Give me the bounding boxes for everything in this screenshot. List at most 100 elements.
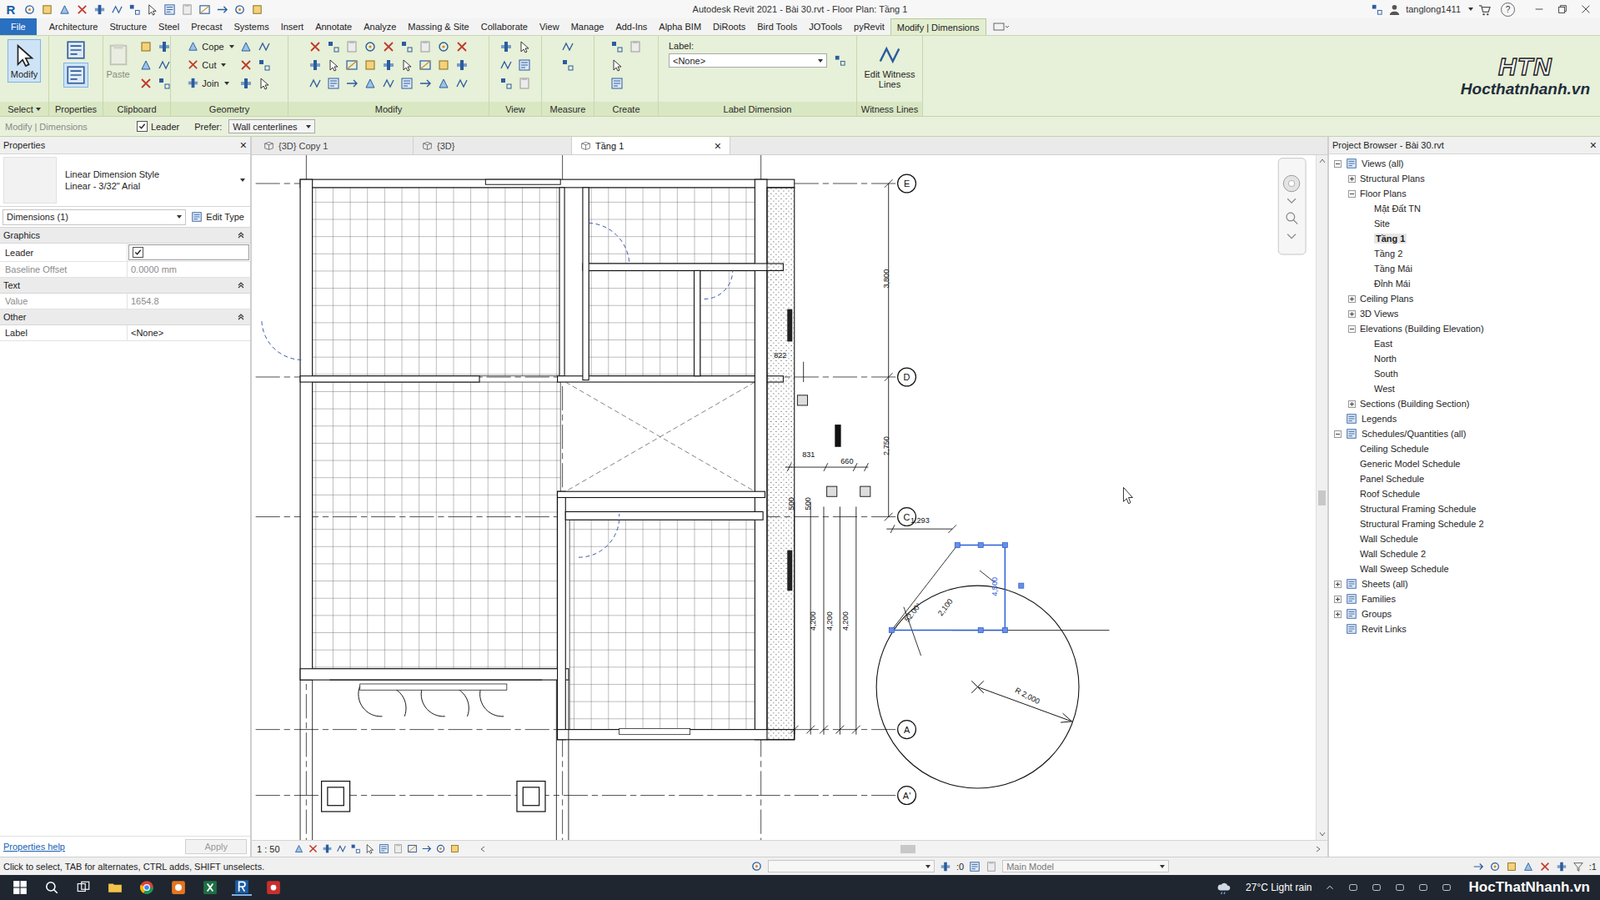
- ribbon-toggle-icon[interactable]: [993, 21, 1010, 32]
- tray-icon[interactable]: [1347, 881, 1360, 893]
- quick-access-icon[interactable]: [198, 3, 211, 16]
- view-control-icon[interactable]: [336, 842, 347, 854]
- ribbon-tab[interactable]: Modify | Dimensions: [890, 18, 987, 36]
- tree-item[interactable]: Revit Links: [1329, 621, 1600, 637]
- weather-icon[interactable]: [1213, 879, 1234, 895]
- tool-icon[interactable]: [139, 58, 153, 72]
- dimension-line[interactable]: [793, 501, 795, 734]
- wall[interactable]: [557, 376, 784, 382]
- room-floor[interactable]: [700, 270, 756, 376]
- tool-icon[interactable]: [561, 40, 575, 54]
- dimension-text[interactable]: 831: [802, 450, 815, 459]
- tree-item[interactable]: Sections (Building Section): [1329, 396, 1600, 412]
- dimension-line[interactable]: [884, 512, 893, 522]
- grid-bubble[interactable]: A': [897, 786, 917, 805]
- dimension-text[interactable]: 2,100: [936, 596, 955, 617]
- dimension-line[interactable]: [806, 725, 815, 734]
- large-button[interactable]: Modify: [7, 39, 41, 83]
- drag-grip[interactable]: [888, 627, 894, 633]
- room-floor[interactable]: [588, 187, 755, 264]
- drag-grip[interactable]: [954, 542, 960, 548]
- grid-line[interactable]: [255, 794, 898, 796]
- tree-item[interactable]: Views (all): [1329, 155, 1600, 171]
- tool-icon[interactable]: [381, 76, 396, 91]
- wall[interactable]: [565, 511, 763, 521]
- room-floor[interactable]: [312, 187, 562, 377]
- door-swing[interactable]: [578, 513, 620, 557]
- edit-type-icon[interactable]: [190, 210, 203, 223]
- tree-item[interactable]: Wall Sweep Schedule: [1329, 561, 1600, 577]
- tool-icon[interactable]: [363, 40, 377, 54]
- binoculars-icon[interactable]: [1370, 3, 1384, 16]
- tool-icon[interactable]: [186, 58, 200, 71]
- tree-item[interactable]: Structural Framing Schedule: [1329, 501, 1600, 517]
- wall[interactable]: [300, 179, 795, 188]
- tool-icon[interactable]: [257, 58, 271, 72]
- window[interactable]: [485, 179, 561, 185]
- selected-dimension[interactable]: [891, 545, 1005, 631]
- tree-item[interactable]: Structural Plans: [1329, 170, 1600, 186]
- expand-toggle-icon[interactable]: [1348, 295, 1356, 303]
- tree-item[interactable]: 3D Views: [1329, 305, 1600, 322]
- dimension-line[interactable]: [852, 462, 858, 472]
- quick-access-icon[interactable]: [75, 3, 89, 16]
- tool-icon[interactable]: [157, 40, 171, 54]
- tree-item[interactable]: Tầng Mái: [1329, 260, 1600, 276]
- grid-bubble[interactable]: A: [897, 720, 917, 739]
- panel-label[interactable]: Create: [594, 101, 658, 116]
- search-icon[interactable]: [41, 879, 62, 895]
- instance-filter[interactable]: Dimensions (1): [2, 209, 186, 226]
- expand-toggle-icon[interactable]: [1334, 430, 1342, 438]
- collapse-icon[interactable]: [236, 230, 246, 240]
- tool-icon[interactable]: [610, 76, 624, 91]
- tray-icon[interactable]: [1417, 881, 1430, 893]
- tool-icon[interactable]: [517, 76, 532, 91]
- scroll-down-icon[interactable]: [1318, 829, 1327, 838]
- ribbon-tab[interactable]: Alpha BIM: [652, 18, 708, 36]
- quick-access-icon[interactable]: [128, 3, 141, 16]
- dimension-line[interactable]: [823, 462, 828, 472]
- tool-icon[interactable]: [610, 58, 624, 72]
- panel-label[interactable]: Witness Lines: [857, 101, 923, 116]
- selection-option-icon[interactable]: [1555, 860, 1568, 873]
- selection-option-icon[interactable]: [1539, 860, 1551, 873]
- tool-icon[interactable]: [257, 76, 271, 91]
- category-icon[interactable]: [1345, 412, 1358, 425]
- tool-icon[interactable]: [418, 76, 432, 91]
- chrome-icon[interactable]: [136, 879, 157, 895]
- wall[interactable]: [582, 187, 589, 381]
- scroll-thumb[interactable]: [1318, 490, 1326, 506]
- category-icon[interactable]: [1345, 622, 1358, 635]
- leader-property-checkbox[interactable]: [132, 246, 144, 258]
- tree-item[interactable]: Legends: [1329, 411, 1600, 427]
- minimize-icon[interactable]: [1533, 3, 1545, 16]
- tree-item[interactable]: Ceiling Schedule: [1329, 441, 1600, 457]
- window[interactable]: [619, 727, 691, 734]
- view-control-icon[interactable]: [406, 842, 418, 854]
- expand-toggle-icon[interactable]: [1334, 595, 1342, 603]
- column-marker[interactable]: [827, 486, 838, 497]
- excel-icon[interactable]: [200, 879, 221, 895]
- revit-logo[interactable]: R: [3, 1, 19, 17]
- close-tab-button[interactable]: ×: [714, 139, 722, 153]
- wall[interactable]: [694, 270, 701, 376]
- ribbon-tab[interactable]: Systems: [227, 18, 275, 36]
- task-view-icon[interactable]: [73, 879, 94, 895]
- dimension-text[interactable]: 660: [840, 456, 853, 466]
- property-value[interactable]: <None>: [127, 325, 251, 341]
- ribbon-tab[interactable]: Insert: [275, 18, 311, 36]
- dimension-text[interactable]: 2,750: [882, 436, 891, 456]
- dimension-line[interactable]: [785, 466, 869, 468]
- scroll-left-icon[interactable]: [478, 844, 487, 853]
- properties-help-link[interactable]: Properties help: [3, 841, 66, 852]
- tool-icon[interactable]: [363, 76, 377, 91]
- quick-access-icon[interactable]: [23, 3, 36, 16]
- category-icon[interactable]: [1345, 427, 1358, 440]
- tree-item[interactable]: North: [1329, 351, 1600, 367]
- editable-icon[interactable]: [939, 860, 952, 873]
- horizontal-scrollbar[interactable]: [478, 842, 1323, 855]
- tree-item[interactable]: Schedules/Quantities (all): [1329, 426, 1600, 442]
- tree-item[interactable]: Sheets (all): [1329, 576, 1600, 592]
- drag-grip[interactable]: [978, 627, 984, 633]
- ribbon-tab[interactable]: File: [0, 18, 37, 36]
